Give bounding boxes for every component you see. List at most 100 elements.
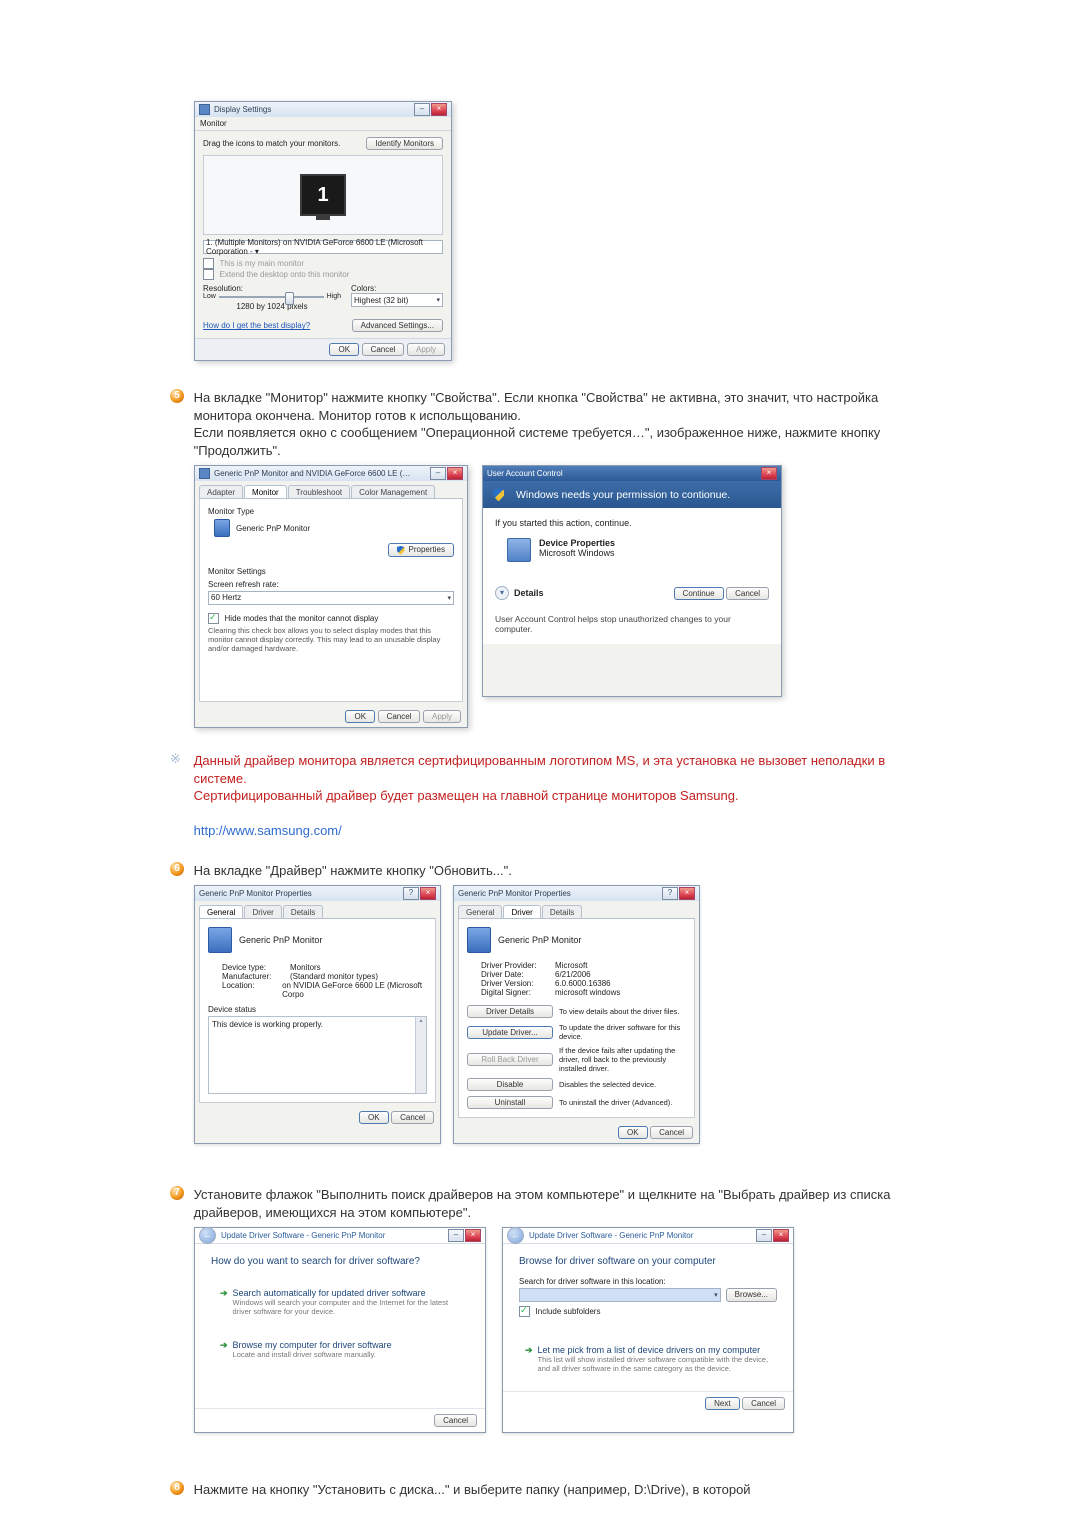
tab-adapter[interactable]: Adapter: [199, 485, 243, 498]
tab-driver[interactable]: Driver: [503, 905, 540, 918]
browse-computer-option[interactable]: ➔ Browse my computer for driver software…: [211, 1331, 469, 1368]
include-subfolders-checkbox[interactable]: [519, 1306, 530, 1317]
resolution-slider[interactable]: [219, 296, 324, 298]
hide-modes-description: Clearing this check box allows you to se…: [208, 626, 454, 653]
step-5-badge: 5: [170, 389, 184, 403]
back-icon[interactable]: ←: [199, 1227, 216, 1244]
window-title: Generic PnP Monitor Properties: [458, 889, 571, 898]
scrollbar[interactable]: ▴: [415, 1017, 426, 1093]
search-automatically-option[interactable]: ➔ Search automatically for updated drive…: [211, 1279, 469, 1325]
monitor-preview-icon[interactable]: 1: [300, 174, 346, 216]
help-icon[interactable]: ?: [403, 887, 419, 900]
close-icon[interactable]: ×: [465, 1229, 481, 1242]
advanced-settings-button[interactable]: Advanced Settings...: [352, 319, 443, 332]
device-type-value: Monitors: [290, 963, 321, 972]
signer-label: Digital Signer:: [481, 988, 555, 997]
rollback-driver-button: Roll Back Driver: [467, 1053, 553, 1066]
main-monitor-checkbox: [203, 258, 214, 269]
shield-icon: [493, 488, 504, 501]
close-icon[interactable]: ×: [447, 467, 463, 480]
monitor-settings-label: Monitor Settings: [208, 567, 454, 576]
drag-icons-label: Drag the icons to match your monitors.: [203, 139, 340, 148]
uac-details-toggle[interactable]: Details: [514, 588, 544, 598]
cancel-button[interactable]: Cancel: [362, 343, 405, 356]
tab-details[interactable]: Details: [283, 905, 323, 918]
monitor-select-dropdown[interactable]: 1. (Multiple Monitors) on NVIDIA GeForce…: [203, 240, 443, 254]
breadcrumb: Update Driver Software - Generic PnP Mon…: [221, 1231, 385, 1240]
cancel-button[interactable]: Cancel: [378, 710, 421, 723]
continue-button[interactable]: Continue: [674, 587, 724, 600]
uac-if-you-started: If you started this action, continue.: [495, 518, 769, 528]
identify-monitors-button[interactable]: Identify Monitors: [366, 137, 443, 150]
update-driver-button[interactable]: Update Driver...: [467, 1026, 553, 1039]
location-input[interactable]: ▾: [519, 1288, 721, 1302]
colors-dropdown[interactable]: Highest (32 bit)▾: [351, 293, 443, 307]
display-settings-window: Display Settings – × Monitor Drag the ic…: [194, 101, 452, 361]
ok-button[interactable]: OK: [618, 1126, 648, 1139]
close-icon[interactable]: ×: [773, 1229, 789, 1242]
resolution-value: 1280 by 1024 pixels: [203, 302, 341, 311]
tab-general[interactable]: General: [458, 905, 502, 918]
browse-button[interactable]: Browse...: [726, 1288, 777, 1302]
pick-from-list-option[interactable]: ➔ Let me pick from a list of device driv…: [519, 1339, 777, 1379]
help-icon[interactable]: ?: [662, 887, 678, 900]
refresh-rate-dropdown[interactable]: 60 Hertz▾: [208, 591, 454, 605]
location-label: Location:: [222, 981, 282, 999]
monitor-properties-button[interactable]: Properties: [388, 543, 454, 556]
apply-button: Apply: [407, 343, 445, 356]
cancel-button[interactable]: Cancel: [726, 587, 769, 600]
chevron-down-icon[interactable]: ▾: [495, 586, 509, 600]
close-icon[interactable]: ×: [420, 887, 436, 900]
samsung-url[interactable]: http://www.samsung.com/: [194, 823, 342, 838]
minimize-icon[interactable]: –: [414, 103, 430, 116]
device-type-label: Device type:: [222, 963, 290, 972]
cancel-button[interactable]: Cancel: [650, 1126, 693, 1139]
step-6-text: На вкладке "Драйвер" нажмите кнопку "Обн…: [194, 862, 894, 880]
version-value: 6.0.6000.16386: [555, 979, 611, 988]
cancel-button[interactable]: Cancel: [434, 1414, 477, 1427]
search-location-label: Search for driver software in this locat…: [519, 1277, 777, 1286]
provider-value: Microsoft: [555, 961, 587, 970]
step-7-text: Установите флажок "Выполнить поиск драйв…: [194, 1186, 894, 1221]
resolution-label: Resolution:: [203, 284, 341, 293]
tab-driver[interactable]: Driver: [244, 905, 281, 918]
date-label: Driver Date:: [481, 970, 555, 979]
tab-monitor[interactable]: Monitor: [244, 485, 287, 498]
menu-bar[interactable]: Monitor: [195, 117, 451, 131]
window-title: User Account Control: [487, 469, 563, 478]
tab-details[interactable]: Details: [542, 905, 582, 918]
arrow-right-icon: ➔: [220, 1340, 228, 1359]
close-icon[interactable]: ×: [761, 467, 777, 480]
cancel-button[interactable]: Cancel: [391, 1111, 434, 1124]
refresh-rate-label: Screen refresh rate:: [208, 580, 454, 589]
ok-button[interactable]: OK: [329, 343, 359, 356]
device-status-label: Device status: [208, 1005, 427, 1014]
uninstall-button[interactable]: Uninstall: [467, 1096, 553, 1109]
close-icon[interactable]: ×: [679, 887, 695, 900]
include-subfolders-label: Include subfolders: [536, 1307, 601, 1316]
step-8-badge: 8: [170, 1481, 184, 1495]
driver-details-desc: To view details about the driver files.: [559, 1007, 686, 1016]
ok-button[interactable]: OK: [345, 710, 375, 723]
tab-troubleshoot[interactable]: Troubleshoot: [288, 485, 350, 498]
close-icon[interactable]: ×: [431, 103, 447, 116]
pnp-driver-window: Generic PnP Monitor Properties ?× Genera…: [453, 885, 700, 1144]
extend-desktop-checkbox: [203, 269, 214, 280]
disable-desc: Disables the selected device.: [559, 1080, 686, 1089]
driver-details-button[interactable]: Driver Details: [467, 1005, 553, 1018]
window-icon: [199, 104, 210, 115]
uac-headline: Windows needs your permission to contion…: [516, 489, 730, 501]
minimize-icon[interactable]: –: [430, 467, 446, 480]
disable-button[interactable]: Disable: [467, 1078, 553, 1091]
monitor-icon: [208, 927, 232, 953]
tab-general[interactable]: General: [199, 905, 243, 918]
next-button[interactable]: Next: [705, 1397, 739, 1410]
minimize-icon[interactable]: –: [756, 1229, 772, 1242]
ok-button[interactable]: OK: [359, 1111, 389, 1124]
cancel-button[interactable]: Cancel: [742, 1397, 785, 1410]
tab-color-management[interactable]: Color Management: [351, 485, 435, 498]
back-icon[interactable]: ←: [507, 1227, 524, 1244]
hide-modes-checkbox[interactable]: [208, 613, 219, 624]
best-display-link[interactable]: How do I get the best display?: [203, 321, 310, 330]
minimize-icon[interactable]: –: [448, 1229, 464, 1242]
